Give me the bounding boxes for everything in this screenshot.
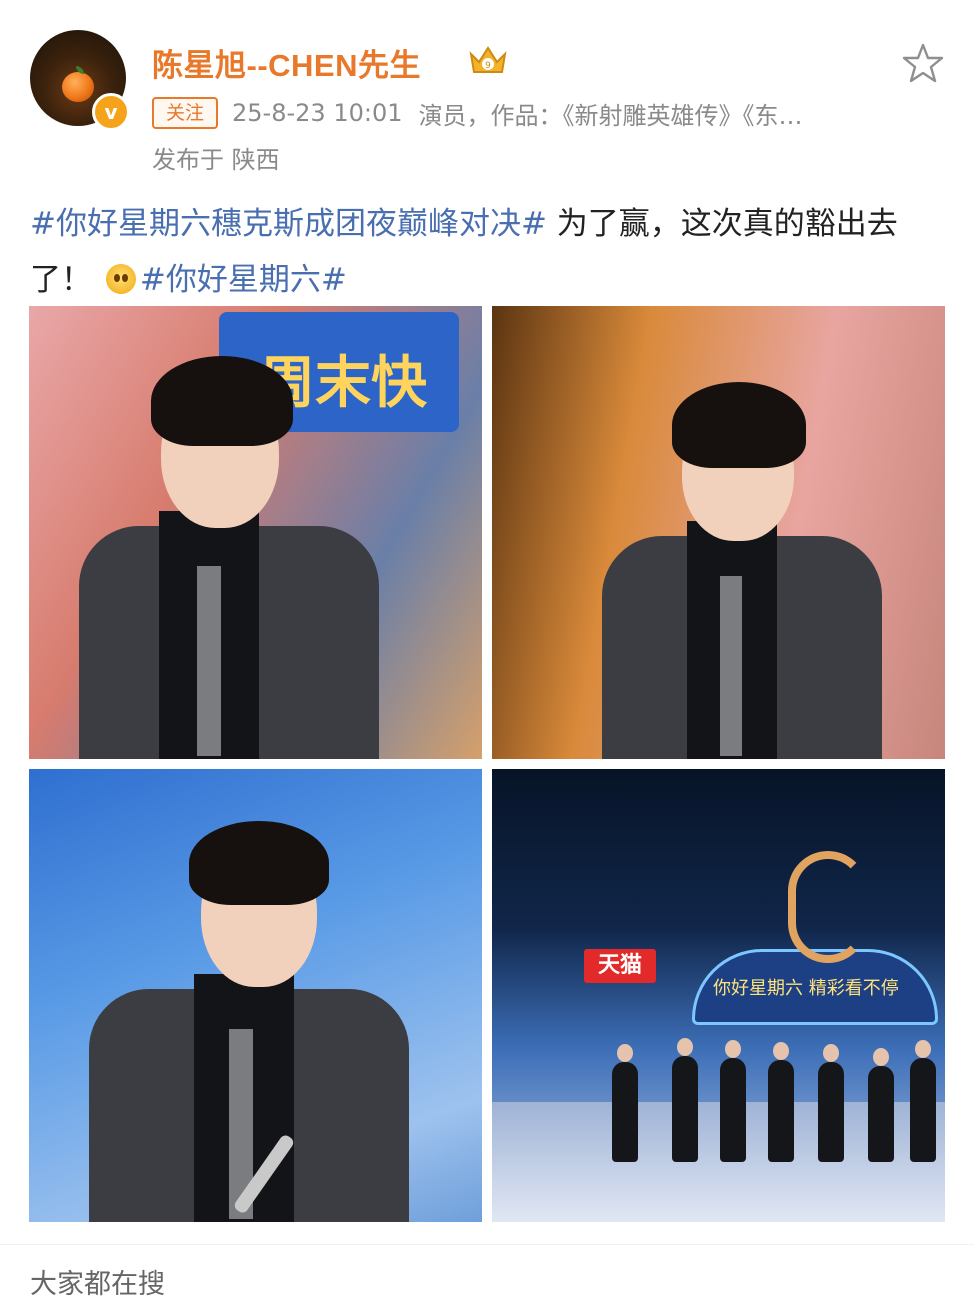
person-hair bbox=[151, 356, 293, 446]
crown-badge-icon: 9 bbox=[469, 46, 507, 73]
hashtag-link[interactable]: #你好星期六穗克斯成团夜巅峰对决# bbox=[30, 206, 547, 242]
hashtag-link[interactable]: #你好星期六# bbox=[140, 262, 347, 298]
stage-person-head bbox=[725, 1040, 741, 1058]
svg-text:9: 9 bbox=[485, 61, 491, 71]
tmall-sign: 天猫 bbox=[584, 949, 656, 983]
stage-person-head bbox=[773, 1042, 789, 1060]
meta-row: 关注 25-8-23 10:01 演员，作品：《新射雕英雄传》《东… bbox=[152, 96, 802, 130]
stage-person bbox=[768, 1060, 794, 1162]
follow-button[interactable]: 关注 bbox=[152, 97, 219, 129]
timestamp: 25-8-23 10:01 bbox=[232, 99, 403, 127]
stage-person-head bbox=[677, 1038, 693, 1056]
post-image-4[interactable]: 你好星期六 精彩看不停 天猫 bbox=[492, 769, 945, 1222]
post-image-3[interactable] bbox=[29, 769, 482, 1222]
emoji-icon bbox=[105, 264, 136, 294]
stage-logo-icon bbox=[788, 851, 868, 963]
stage-person bbox=[910, 1058, 936, 1162]
orange-image bbox=[62, 72, 94, 102]
username[interactable]: 陈星旭--CHEN先生 bbox=[152, 40, 421, 85]
person-tie bbox=[197, 566, 221, 756]
star-favorite-icon[interactable] bbox=[902, 42, 944, 84]
post-text: #你好星期六穗克斯成团夜巅峰对决# 为了赢，这次真的豁出去了！ #你好星期六# bbox=[30, 196, 945, 308]
stage-person bbox=[720, 1058, 746, 1162]
stage-person bbox=[868, 1066, 894, 1162]
trending-search-label[interactable]: 大家都在搜 bbox=[30, 1262, 165, 1301]
stage-person-head bbox=[617, 1044, 633, 1062]
location: 发布于 陕西 bbox=[152, 146, 280, 174]
person-hair bbox=[672, 382, 806, 468]
stage-person-head bbox=[873, 1048, 889, 1066]
stage-person-head bbox=[915, 1040, 931, 1058]
stage-person bbox=[818, 1062, 844, 1162]
verified-badge-icon: v bbox=[92, 93, 130, 131]
post-image-1[interactable]: 周末快 bbox=[29, 306, 482, 759]
person-tie bbox=[720, 576, 742, 756]
divider bbox=[0, 1244, 974, 1245]
meta-spacer bbox=[402, 99, 418, 127]
stage-person bbox=[612, 1062, 638, 1162]
post-header: v 陈星旭--CHEN先生 9 关注 25-8-23 10:01 演员，作品：《… bbox=[0, 0, 974, 190]
bio: 演员，作品：《新射雕英雄传》《东… bbox=[418, 101, 803, 130]
stage-banner-text: 你好星期六 精彩看不停 bbox=[713, 978, 899, 999]
post-image-2[interactable] bbox=[492, 306, 945, 759]
stage-person-head bbox=[823, 1044, 839, 1062]
stage-person bbox=[672, 1056, 698, 1162]
person-hair bbox=[189, 821, 329, 905]
